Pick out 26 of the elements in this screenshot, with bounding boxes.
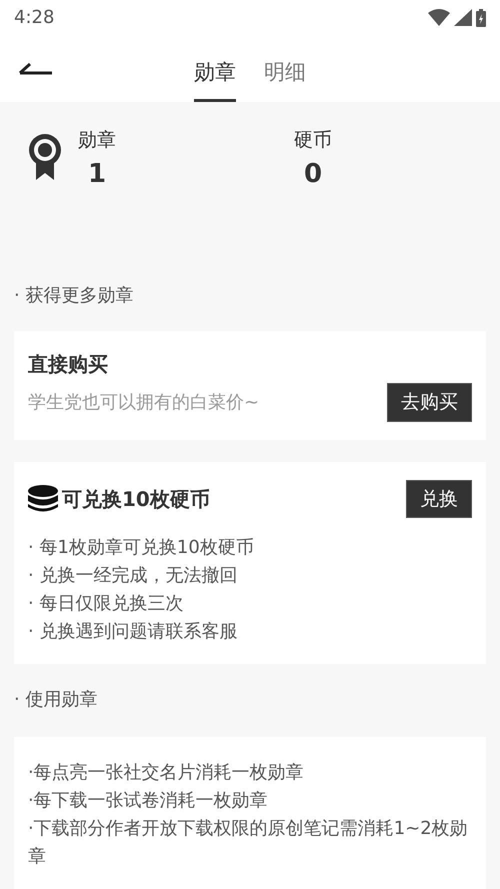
section-heading: · 获得更多勋章	[13, 284, 134, 308]
stat-value: 1	[88, 158, 106, 190]
rule-text: · 兑换遇到问题请联系客服	[28, 620, 238, 644]
battery-icon	[476, 8, 486, 26]
rule-text: · 每日仅限兑换三次	[28, 592, 184, 616]
wifi-icon	[428, 9, 450, 26]
buy-button[interactable]: 去购买	[387, 383, 472, 422]
rule-text: ·每下载一张试卷消耗一枚勋章	[28, 789, 269, 813]
tab[interactable]: 勋章	[194, 44, 236, 102]
rule-text: ·下载部分作者开放下载权限的原创笔记需消耗1~2枚勋章	[28, 817, 469, 869]
section-heading: · 使用勋章	[13, 688, 98, 712]
rule-text: · 每1枚勋章可兑换10枚硬币	[28, 536, 255, 560]
status-time: 4:28	[14, 6, 54, 30]
tab[interactable]: 明细	[264, 44, 306, 102]
stat-label: 硬币	[294, 128, 332, 153]
medal-icon	[28, 134, 62, 180]
coins-icon	[28, 484, 58, 513]
card-subtitle: 学生党也可以拥有的白菜价~	[28, 390, 260, 415]
stat-value: 0	[304, 158, 322, 190]
rule-text: ·每点亮一张社交名片消耗一枚勋章	[28, 761, 305, 785]
rule-text: · 兑换一经完成，无法撤回	[28, 564, 238, 588]
card-title: 可兑换10枚硬币	[62, 486, 210, 513]
card-title: 直接购买	[28, 351, 109, 378]
stat-label: 勋章	[78, 128, 116, 153]
signal-icon	[454, 9, 472, 26]
exchange-button[interactable]: 兑换	[406, 480, 472, 518]
